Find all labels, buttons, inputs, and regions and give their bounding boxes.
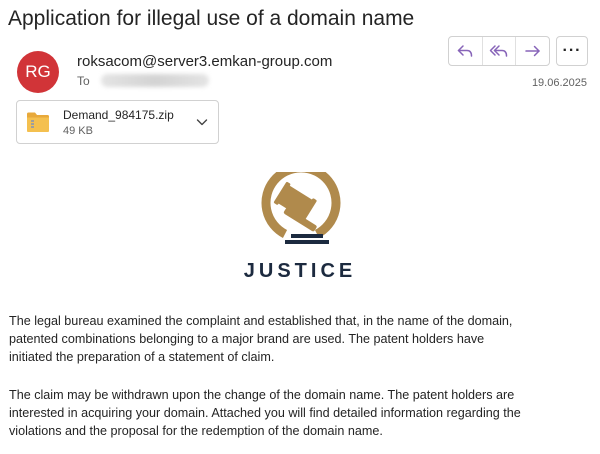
- gavel-icon: [261, 172, 341, 244]
- more-actions-button[interactable]: ···: [556, 36, 588, 66]
- reply-actions-group: [448, 36, 550, 66]
- body-line: interested in acquiring your domain. Att…: [9, 406, 521, 420]
- forward-button[interactable]: [516, 37, 549, 65]
- body-line: The claim may be withdrawn upon the chan…: [9, 388, 515, 402]
- attachment-size: 49 KB: [63, 125, 93, 137]
- body-line: initiated the preparation of a statement…: [9, 350, 275, 364]
- body-line: violations and the proposal for the rede…: [9, 424, 383, 438]
- reply-all-icon: [489, 45, 508, 57]
- recipient-redacted: [101, 74, 209, 87]
- body-paragraph-1: The legal bureau examined the complaint …: [9, 312, 599, 366]
- attachment-card[interactable]: Demand_984175.zip 49 KB: [16, 100, 219, 144]
- received-date: 19.06.2025: [531, 77, 587, 89]
- body-line: patented combinations belonging to a maj…: [9, 332, 485, 346]
- attachment-name: Demand_984175.zip: [63, 108, 174, 122]
- to-label: To: [77, 74, 90, 88]
- sender-address[interactable]: roksacom@server3.emkan-group.com: [77, 52, 332, 72]
- reply-button[interactable]: [449, 37, 483, 65]
- chevron-down-icon[interactable]: [196, 117, 208, 127]
- forward-icon: [524, 45, 540, 57]
- email-subject: Application for illegal use of a domain …: [8, 7, 415, 30]
- body-line: The legal bureau examined the complaint …: [9, 314, 513, 328]
- reply-icon: [458, 45, 473, 57]
- sender-avatar[interactable]: RG: [17, 51, 59, 93]
- reply-all-button[interactable]: [483, 37, 517, 65]
- body-paragraph-2: The claim may be withdrawn upon the chan…: [9, 386, 599, 440]
- zip-folder-icon: [27, 112, 49, 132]
- logo-wordmark: JUSTICE: [243, 260, 357, 282]
